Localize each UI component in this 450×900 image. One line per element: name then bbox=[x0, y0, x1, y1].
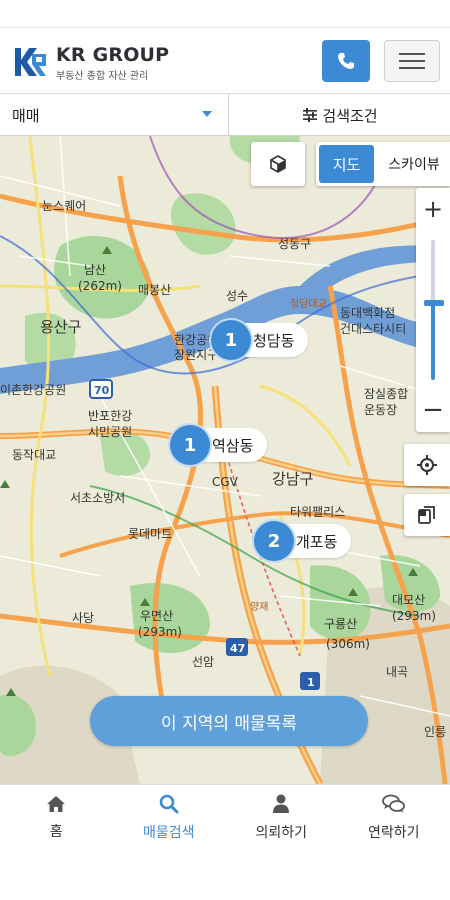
tab-property-search[interactable]: 매물검색 bbox=[113, 785, 226, 850]
layers-button[interactable] bbox=[404, 494, 450, 536]
kr-logo-icon bbox=[15, 48, 46, 76]
tab-label: 매물검색 bbox=[142, 824, 195, 841]
route-47-shield bbox=[226, 638, 248, 656]
bottom-tab-bar: 홈 매물검색 의뢰하기 연락하기 bbox=[0, 784, 450, 850]
map-view-option[interactable]: 지도 bbox=[319, 145, 374, 183]
status-strip bbox=[0, 0, 450, 28]
crosshair-icon bbox=[417, 455, 437, 475]
zoom-out-button[interactable]: − bbox=[416, 388, 450, 432]
menu-line bbox=[399, 60, 425, 62]
sliders-icon bbox=[303, 108, 318, 122]
menu-line bbox=[399, 67, 425, 69]
chat-icon bbox=[381, 794, 405, 812]
page-bottom-space bbox=[0, 850, 450, 900]
home-icon bbox=[47, 795, 66, 812]
menu-line bbox=[399, 53, 425, 55]
person-icon bbox=[273, 794, 290, 813]
route-1-shield bbox=[300, 672, 320, 690]
current-location-button[interactable] bbox=[404, 444, 450, 486]
trade-type-select[interactable]: 매매 bbox=[0, 94, 229, 136]
zoom-control: + − bbox=[416, 188, 450, 432]
cluster-count: 2 bbox=[252, 519, 296, 563]
tab-contact[interactable]: 연락하기 bbox=[338, 785, 450, 850]
map-type-toggle: 지도 스카이뷰 bbox=[316, 142, 450, 186]
tab-request[interactable]: 의뢰하기 bbox=[225, 785, 338, 850]
cluster-count: 1 bbox=[168, 423, 212, 467]
tab-label: 연락하기 bbox=[367, 824, 420, 841]
trade-type-value: 매매 bbox=[12, 107, 40, 125]
cluster-count: 1 bbox=[209, 318, 253, 362]
copy-icon bbox=[418, 506, 435, 524]
search-icon bbox=[159, 794, 179, 813]
tab-label: 의뢰하기 bbox=[255, 824, 308, 841]
app-header: KR GROUP 부동산 종합 자산 관리 bbox=[0, 28, 450, 94]
search-condition-button[interactable]: 검색조건 bbox=[230, 94, 450, 136]
caret-down-icon bbox=[202, 111, 212, 117]
route-70-shield bbox=[89, 379, 113, 399]
cube-icon bbox=[270, 155, 286, 173]
skyview-option[interactable]: 스카이뷰 bbox=[378, 145, 450, 183]
zoom-slider-thumb[interactable] bbox=[424, 300, 444, 306]
brand-tagline: 부동산 종합 자산 관리 bbox=[56, 71, 149, 82]
tab-home[interactable]: 홈 bbox=[0, 785, 113, 850]
tab-label: 홈 bbox=[49, 823, 63, 840]
hamburger-menu-button[interactable] bbox=[384, 40, 440, 82]
area-listings-button[interactable]: 이 지역의 매물목록 bbox=[90, 696, 368, 746]
brand-name[interactable]: KR GROUP bbox=[56, 44, 169, 66]
phone-icon bbox=[338, 53, 354, 69]
zoom-slider-fill bbox=[431, 303, 435, 380]
call-button[interactable] bbox=[322, 40, 370, 82]
filter-bar: 매매 검색조건 bbox=[0, 94, 450, 136]
3d-view-button[interactable] bbox=[251, 142, 305, 186]
map-view[interactable]: 성동구 남산 (262m) 매봉산 용산구 한강공원 장원지구 성수 동대백화점… bbox=[0, 136, 450, 784]
search-condition-label: 검색조건 bbox=[322, 106, 378, 125]
zoom-in-button[interactable]: + bbox=[416, 188, 450, 230]
